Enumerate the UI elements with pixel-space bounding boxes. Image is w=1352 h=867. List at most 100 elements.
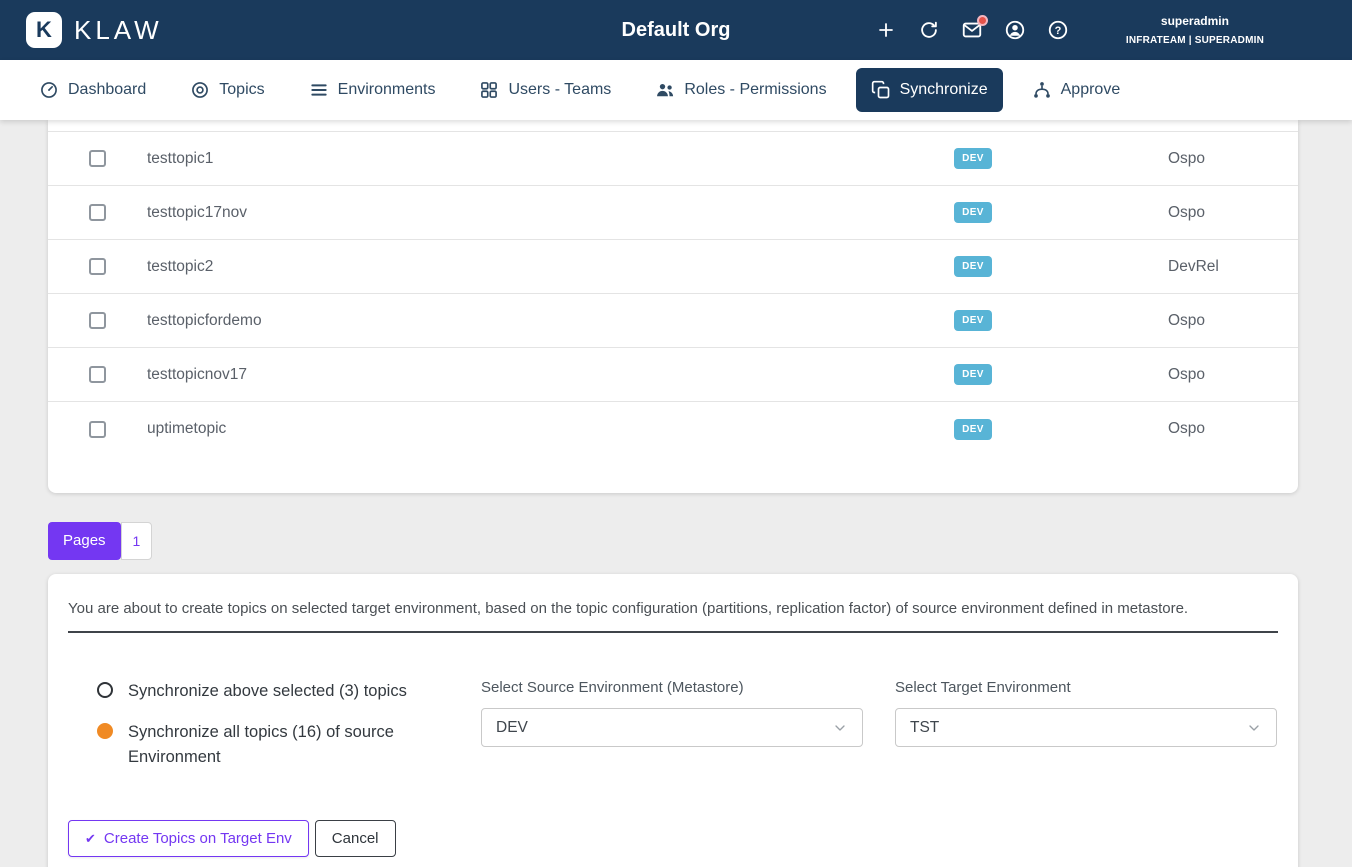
row-checkbox[interactable]	[89, 150, 106, 167]
org-title: Default Org	[622, 19, 731, 42]
sync-panel: You are about to create topics on select…	[48, 574, 1298, 867]
brand-name: KLAW	[74, 15, 163, 46]
page-button-1[interactable]: 1	[121, 522, 153, 560]
radio-icon[interactable]	[97, 682, 113, 698]
topic-name: testtopicfordemo	[147, 312, 908, 330]
row-checkbox[interactable]	[89, 258, 106, 275]
dashboard-icon	[39, 80, 59, 100]
source-env-select[interactable]: DEV	[481, 708, 863, 747]
nav-label: Approve	[1061, 81, 1121, 99]
chevron-down-icon	[1246, 720, 1262, 736]
account-icon[interactable]	[1004, 19, 1026, 41]
nav-label: Roles - Permissions	[684, 81, 826, 99]
topics-table-body: testtopic1 DEV Ospo testtopic17nov DEV O…	[48, 132, 1298, 456]
team-name: DevRel	[1038, 258, 1298, 276]
nav-label: Users - Teams	[508, 81, 611, 99]
topics-table-card: testtopic1 DEV Ospo testtopic17nov DEV O…	[48, 120, 1298, 493]
nav-label: Topics	[219, 81, 264, 99]
source-env-group: Select Source Environment (Metastore) DE…	[481, 679, 863, 770]
radio-options: Synchronize above selected (3) topics Sy…	[97, 679, 449, 770]
svg-text:?: ?	[1055, 25, 1062, 37]
chevron-down-icon	[832, 720, 848, 736]
klaw-logo-icon: K	[26, 12, 62, 48]
table-header-stub	[48, 120, 1298, 132]
notification-badge	[977, 15, 988, 26]
username: superadmin	[1126, 14, 1264, 28]
nav-label: Synchronize	[900, 81, 988, 99]
env-badge: DEV	[954, 310, 992, 331]
create-topics-label: Create Topics on Target Env	[104, 830, 292, 847]
synchronize-icon	[871, 80, 891, 100]
table-row: testtopic1 DEV Ospo	[48, 132, 1298, 186]
target-env-select[interactable]: TST	[895, 708, 1277, 747]
team-name: Ospo	[1038, 312, 1298, 330]
radio-label: Synchronize all topics (16) of source En…	[128, 720, 423, 770]
app-logo[interactable]: K KLAW	[26, 12, 163, 48]
nav-users-teams[interactable]: Users - Teams	[464, 68, 626, 112]
radio-sync-selected[interactable]: Synchronize above selected (3) topics	[97, 679, 449, 704]
topic-name: uptimetopic	[147, 420, 908, 438]
check-icon: ✔	[85, 831, 96, 847]
nav-synchronize[interactable]: Synchronize	[856, 68, 1003, 112]
cancel-button[interactable]: Cancel	[315, 820, 396, 857]
topic-name: testtopicnov17	[147, 366, 908, 384]
app-header: K KLAW Default Org ? superadmin INFRATEA…	[0, 0, 1352, 60]
team-name: Ospo	[1038, 366, 1298, 384]
topics-icon	[190, 80, 210, 100]
team-name: Ospo	[1038, 420, 1298, 438]
target-env-value: TST	[910, 719, 939, 737]
user-info[interactable]: superadmin INFRATEAM | SUPERADMIN	[1126, 14, 1264, 46]
row-checkbox[interactable]	[89, 366, 106, 383]
target-env-group: Select Target Environment TST	[895, 679, 1277, 770]
radio-label: Synchronize above selected (3) topics	[128, 679, 407, 704]
env-badge: DEV	[954, 256, 992, 277]
nav-topics[interactable]: Topics	[175, 68, 279, 112]
topic-name: testtopic2	[147, 258, 908, 276]
table-row: uptimetopic DEV Ospo	[48, 402, 1298, 456]
approve-icon	[1032, 80, 1052, 100]
team-name: Ospo	[1038, 204, 1298, 222]
divider	[68, 631, 1278, 633]
target-env-label: Select Target Environment	[895, 679, 1277, 696]
nav-approve[interactable]: Approve	[1017, 68, 1136, 112]
user-team-role: INFRATEAM | SUPERADMIN	[1126, 35, 1264, 46]
table-row: testtopicnov17 DEV Ospo	[48, 348, 1298, 402]
refresh-icon[interactable]	[918, 19, 940, 41]
env-badge: DEV	[954, 202, 992, 223]
help-icon[interactable]: ?	[1047, 19, 1069, 41]
env-badge: DEV	[954, 148, 992, 169]
pages-label: Pages	[48, 522, 121, 560]
topic-name: testtopic1	[147, 150, 908, 168]
source-env-value: DEV	[496, 719, 528, 737]
action-buttons: ✔ Create Topics on Target Env Cancel	[68, 820, 1278, 857]
users-teams-icon	[479, 80, 499, 100]
radio-sync-all[interactable]: Synchronize all topics (16) of source En…	[97, 720, 449, 770]
table-row: testtopic2 DEV DevRel	[48, 240, 1298, 294]
environments-icon	[309, 80, 329, 100]
source-env-label: Select Source Environment (Metastore)	[481, 679, 863, 696]
topic-name: testtopic17nov	[147, 204, 908, 222]
team-name: Ospo	[1038, 150, 1298, 168]
row-checkbox[interactable]	[89, 204, 106, 221]
pagination: Pages 1	[48, 522, 1352, 560]
nav-environments[interactable]: Environments	[294, 68, 451, 112]
env-badge: DEV	[954, 419, 992, 440]
table-row: testtopicfordemo DEV Ospo	[48, 294, 1298, 348]
sync-options-row: Synchronize above selected (3) topics Sy…	[97, 679, 1278, 770]
sync-description: You are about to create topics on select…	[68, 600, 1278, 617]
create-topics-button[interactable]: ✔ Create Topics on Target Env	[68, 820, 309, 857]
nav-dashboard[interactable]: Dashboard	[24, 68, 161, 112]
env-badge: DEV	[954, 364, 992, 385]
row-checkbox[interactable]	[89, 421, 106, 438]
row-checkbox[interactable]	[89, 312, 106, 329]
nav-roles-permissions[interactable]: Roles - Permissions	[640, 68, 841, 112]
header-actions: ? superadmin INFRATEAM | SUPERADMIN	[875, 14, 1264, 46]
nav-label: Dashboard	[68, 81, 146, 99]
table-row: testtopic17nov DEV Ospo	[48, 186, 1298, 240]
plus-icon[interactable]	[875, 19, 897, 41]
roles-permissions-icon	[655, 80, 675, 100]
mail-icon[interactable]	[961, 19, 983, 41]
nav-label: Environments	[338, 81, 436, 99]
radio-icon[interactable]	[97, 723, 113, 739]
main-nav: Dashboard Topics Environments Users - Te…	[0, 60, 1352, 120]
